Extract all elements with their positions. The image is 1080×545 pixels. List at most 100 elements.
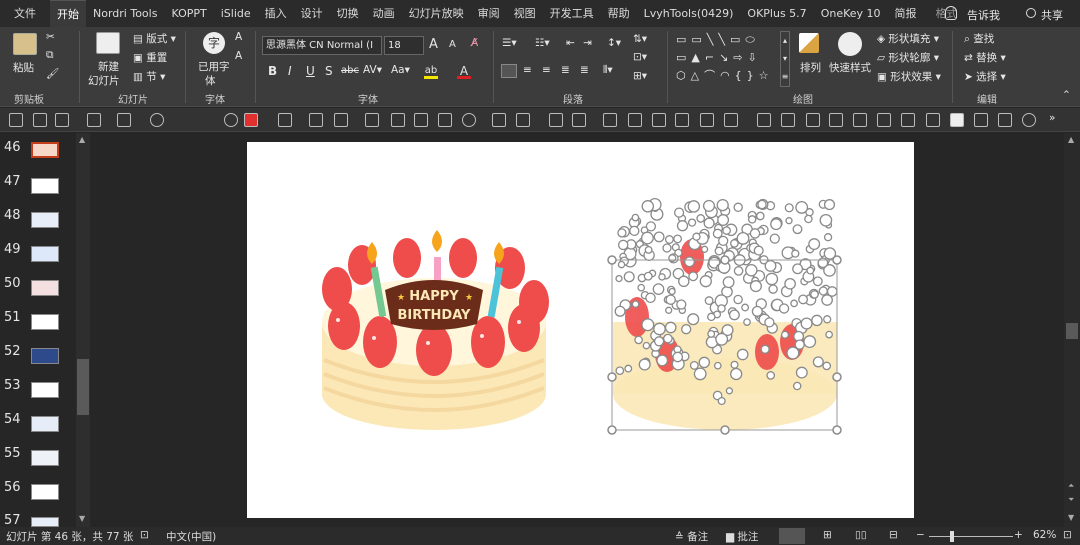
vertex-handle[interactable] bbox=[687, 218, 697, 227]
char-spacing-button[interactable]: AV▾ bbox=[363, 64, 382, 76]
vertex-handle[interactable] bbox=[798, 294, 809, 305]
vertex-handle[interactable] bbox=[743, 318, 751, 326]
vertex-handle[interactable] bbox=[747, 215, 757, 224]
toolbar-icon[interactable] bbox=[901, 113, 915, 127]
paste-button[interactable]: 粘贴 bbox=[13, 60, 34, 75]
vertex-handle[interactable] bbox=[749, 228, 761, 239]
vertex-handle[interactable] bbox=[730, 360, 739, 369]
toolbar-icon[interactable] bbox=[926, 113, 940, 127]
vertex-handle[interactable] bbox=[653, 231, 665, 243]
align-text-button[interactable]: ⊡▾ bbox=[633, 51, 647, 63]
align-right-button[interactable]: ≡ bbox=[542, 64, 551, 76]
reset-button[interactable]: ▣ 重置 bbox=[133, 50, 167, 65]
scroll-thumb[interactable] bbox=[1066, 323, 1078, 339]
shape-effects-button[interactable]: ▣ 形状效果 ▾ bbox=[877, 69, 941, 84]
tell-me-search[interactable]: 告诉我 bbox=[967, 7, 1000, 23]
vertex-handle[interactable] bbox=[823, 199, 836, 211]
vertex-handle[interactable] bbox=[780, 330, 790, 339]
slide-thumbnail[interactable] bbox=[31, 280, 59, 296]
vertex-handle[interactable] bbox=[712, 228, 723, 239]
vertex-handle[interactable] bbox=[642, 341, 651, 350]
scroll-up-arrow[interactable]: ▲ bbox=[79, 135, 85, 144]
tab-developer[interactable]: 开发工具 bbox=[543, 0, 601, 27]
vertex-handle[interactable] bbox=[741, 303, 750, 312]
columns-button[interactable]: ⫴▾ bbox=[603, 64, 613, 77]
toolbar-icon[interactable] bbox=[9, 113, 23, 127]
scroll-thumb[interactable] bbox=[77, 359, 89, 415]
vertex-handle[interactable] bbox=[623, 271, 635, 283]
vertex-handle[interactable] bbox=[702, 199, 716, 212]
tab-design[interactable]: 设计 bbox=[294, 0, 330, 27]
slide-thumbnail[interactable] bbox=[31, 416, 59, 432]
vertex-handle[interactable] bbox=[770, 218, 783, 231]
vertex-handle[interactable] bbox=[692, 232, 701, 241]
toolbar-icon[interactable] bbox=[438, 113, 452, 127]
vertex-handle[interactable] bbox=[614, 305, 626, 317]
copy-icon[interactable]: ⧉ bbox=[46, 49, 54, 62]
slide-thumbnail[interactable] bbox=[31, 142, 59, 158]
tab-lvyhtools[interactable]: LvyhTools(0429) bbox=[637, 0, 741, 27]
toolbar-icon[interactable] bbox=[549, 113, 563, 127]
vertex-handle[interactable] bbox=[818, 286, 828, 296]
font-color-button[interactable]: A bbox=[457, 64, 471, 79]
vertex-handle[interactable] bbox=[687, 200, 701, 213]
vertex-handle[interactable] bbox=[745, 263, 758, 277]
vertex-handle[interactable] bbox=[808, 238, 821, 251]
vertex-handle[interactable] bbox=[765, 272, 779, 286]
vertex-handle[interactable] bbox=[643, 271, 653, 281]
vertex-handle[interactable] bbox=[658, 273, 666, 281]
vertex-handle[interactable] bbox=[698, 356, 711, 369]
vertex-handle[interactable] bbox=[751, 305, 763, 317]
notes-button[interactable]: ≙ 备注 bbox=[675, 529, 708, 544]
gallery-scroll[interactable]: ▴ ▾ ≡ bbox=[780, 31, 790, 87]
toolbar-icon[interactable] bbox=[757, 113, 771, 127]
toolbar-icon[interactable] bbox=[117, 113, 131, 127]
toolbar-icon[interactable] bbox=[414, 113, 428, 127]
vertex-handle[interactable] bbox=[652, 283, 665, 295]
vertex-handle[interactable] bbox=[676, 299, 687, 310]
font-name-select[interactable]: 思源黑体 CN Normal (I bbox=[262, 36, 382, 55]
toolbar-icon[interactable] bbox=[998, 113, 1012, 127]
tab-koppt[interactable]: KOPPT bbox=[164, 0, 213, 27]
vertex-handle[interactable] bbox=[665, 306, 673, 314]
tab-help[interactable]: 帮助 bbox=[601, 0, 637, 27]
zoom-in-button[interactable]: + bbox=[1014, 529, 1023, 541]
toolbar-icon[interactable] bbox=[652, 113, 666, 127]
vertex-handle[interactable] bbox=[696, 214, 706, 223]
vertex-handle[interactable] bbox=[753, 245, 764, 256]
vertex-handle[interactable] bbox=[681, 324, 692, 335]
collapse-ribbon-icon[interactable]: ⌃ bbox=[1062, 89, 1071, 101]
toolbar-icon[interactable] bbox=[365, 113, 379, 127]
find-button[interactable]: ⌕ 查找 bbox=[964, 31, 994, 46]
vertex-handle[interactable] bbox=[624, 364, 633, 373]
vertex-handle[interactable] bbox=[707, 329, 716, 338]
toolbar-icon[interactable] bbox=[33, 113, 47, 127]
canvas-scrollbar[interactable]: ▲ ⏶ ⏷ ▼ bbox=[1064, 133, 1080, 527]
toolbar-icon[interactable] bbox=[877, 113, 891, 127]
cut-icon[interactable]: ✂ bbox=[46, 31, 55, 43]
vertex-handle[interactable] bbox=[792, 224, 803, 235]
toolbar-icon[interactable] bbox=[700, 113, 714, 127]
toolbar-icon[interactable] bbox=[675, 113, 689, 127]
vertex-handle[interactable] bbox=[804, 214, 813, 224]
vertex-handle[interactable] bbox=[713, 361, 722, 370]
vertex-handle[interactable] bbox=[755, 211, 765, 221]
strikethrough-button[interactable]: abc bbox=[341, 65, 359, 76]
tab-okplus[interactable]: OKPlus 5.7 bbox=[740, 0, 813, 27]
shape-outline-button[interactable]: ▱ 形状轮廓 ▾ bbox=[877, 50, 939, 65]
scroll-down-arrow[interactable]: ▼ bbox=[1068, 513, 1074, 522]
slide-thumbnail[interactable] bbox=[31, 450, 59, 466]
vertex-handle[interactable] bbox=[638, 358, 651, 371]
vertex-handle[interactable] bbox=[617, 239, 629, 251]
slide-thumbnail[interactable] bbox=[31, 246, 59, 262]
quick-styles-button[interactable]: 快速样式 bbox=[829, 60, 871, 75]
tab-file[interactable]: 文件 bbox=[0, 0, 50, 27]
vertex-handle[interactable] bbox=[717, 304, 726, 313]
tab-nordri[interactable]: Nordri Tools bbox=[86, 0, 164, 27]
tab-slideshow[interactable]: 幻灯片放映 bbox=[402, 0, 471, 27]
vertex-handle[interactable] bbox=[810, 290, 819, 299]
vertex-handle[interactable] bbox=[717, 214, 730, 226]
vertex-handle[interactable] bbox=[795, 366, 808, 379]
shadow-button[interactable]: S bbox=[325, 64, 333, 78]
slide-thumbnail[interactable] bbox=[31, 484, 59, 500]
